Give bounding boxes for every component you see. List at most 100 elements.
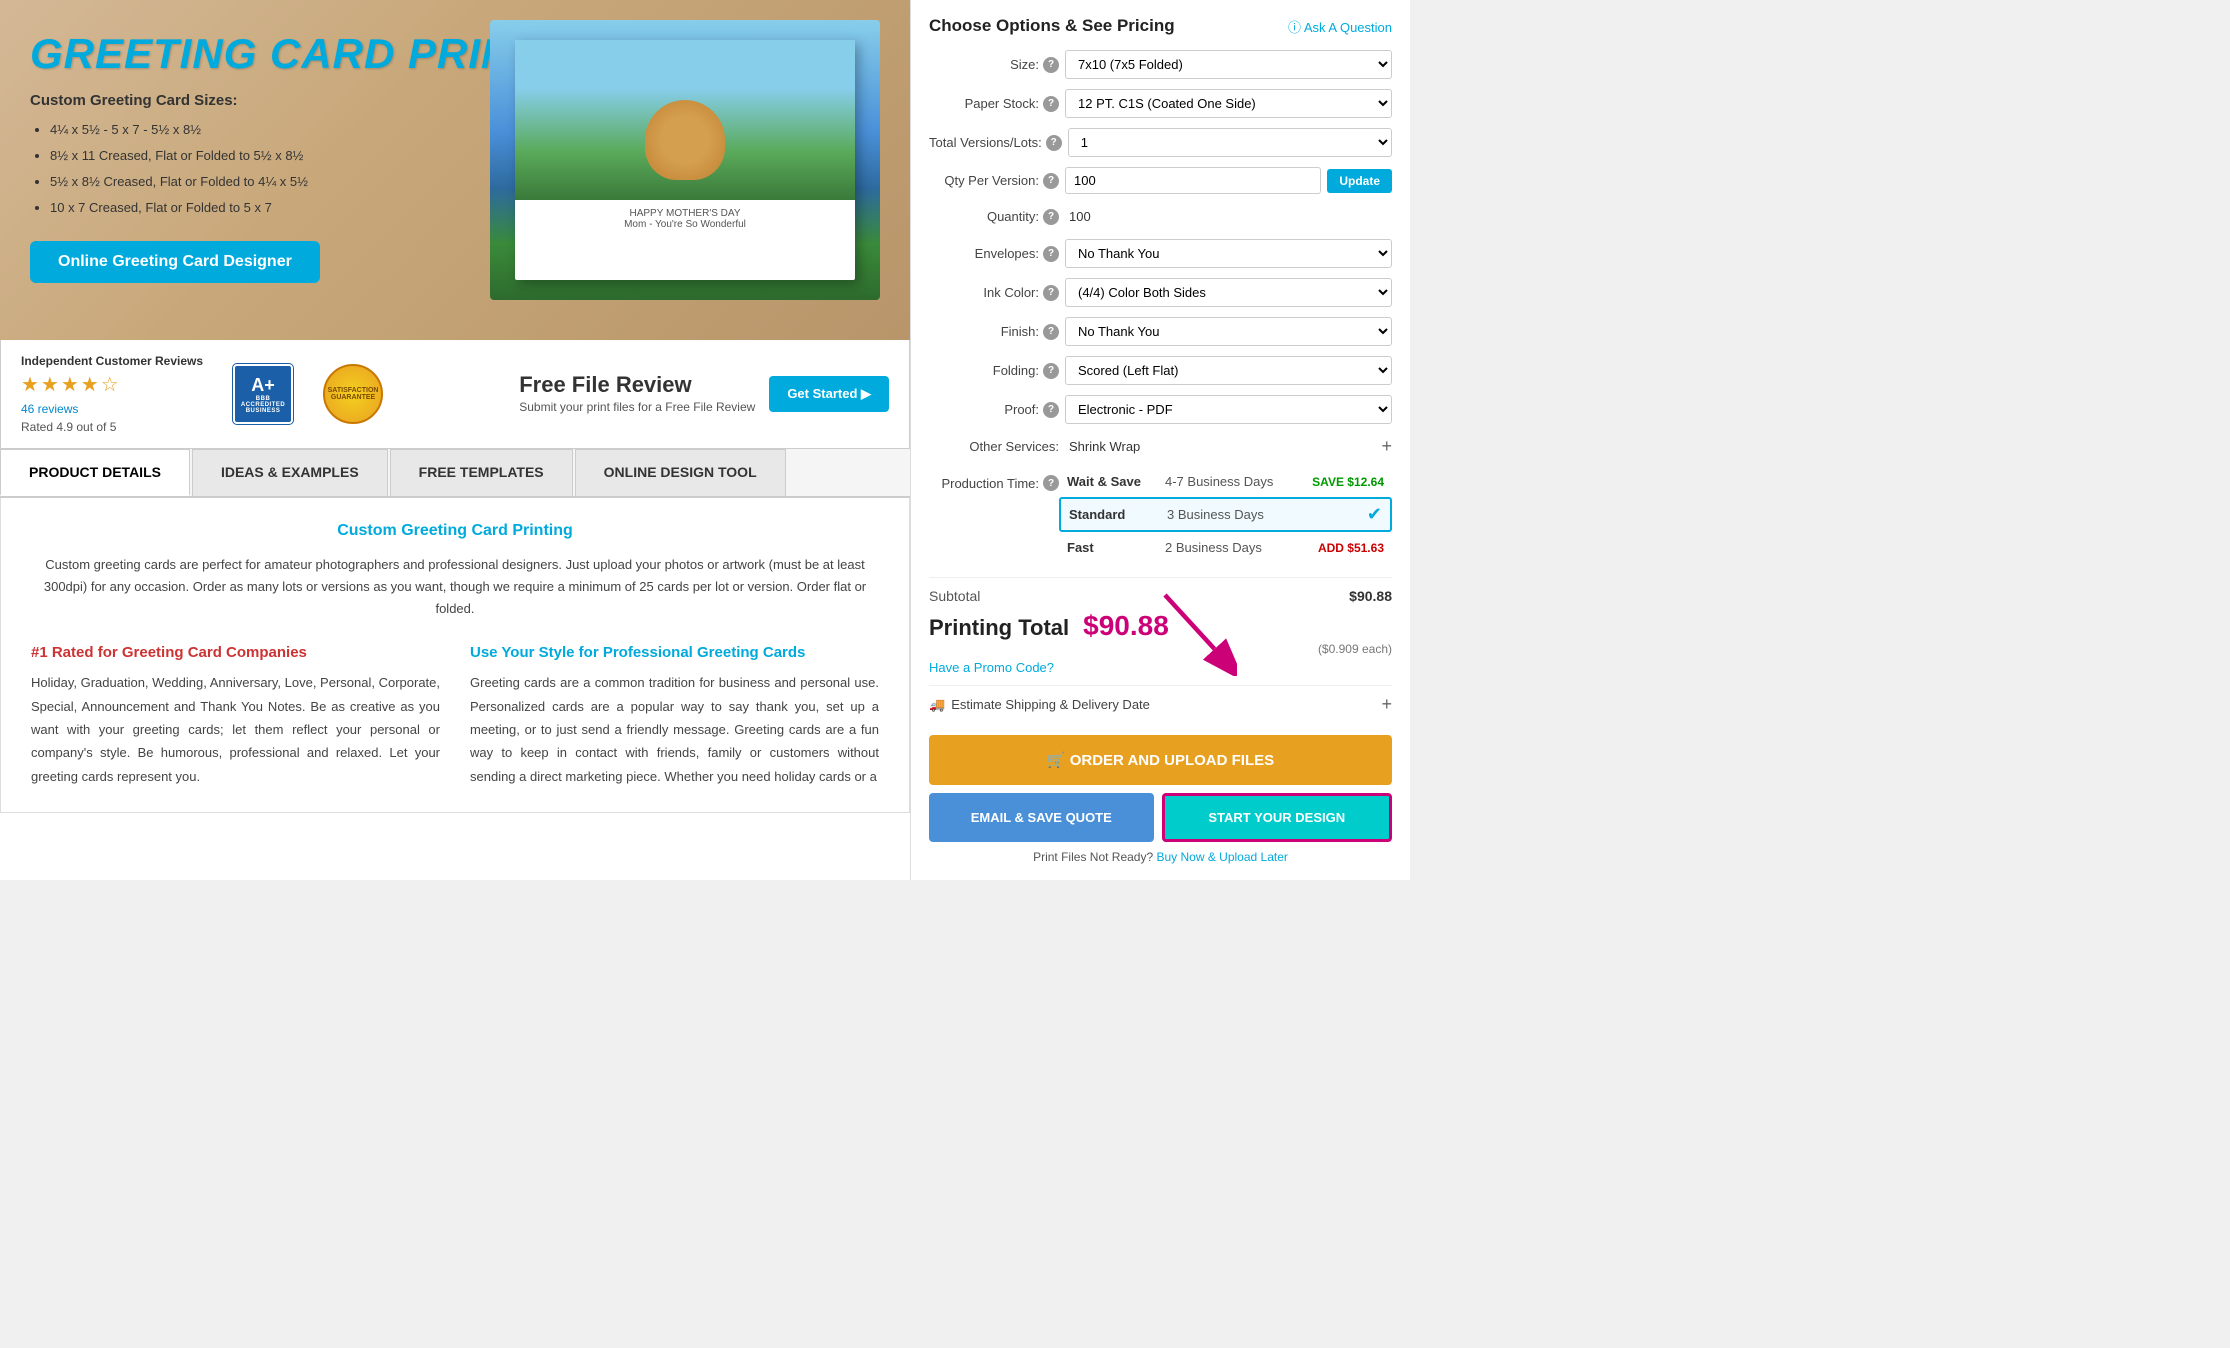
standard-check-icon: ✔ — [1367, 504, 1382, 525]
finish-select[interactable]: No Thank You — [1065, 317, 1392, 346]
reviews-label: Independent Customer Reviews — [21, 354, 203, 368]
two-column-layout: #1 Rated for Greeting Card Companies Hol… — [31, 644, 879, 788]
satisfaction-text: SATISFACTIONGUARANTEE — [328, 387, 379, 401]
column-1: #1 Rated for Greeting Card Companies Hol… — [31, 644, 440, 788]
production-time-section: Production Time: ? Wait & Save 4-7 Busin… — [929, 469, 1392, 563]
other-services-row: Other Services: Shrink Wrap + — [929, 434, 1392, 459]
reviews-link[interactable]: 46 reviews — [21, 402, 78, 416]
production-time-options: Wait & Save 4-7 Business Days SAVE $12.6… — [1059, 469, 1392, 563]
fast-days: 2 Business Days — [1165, 540, 1310, 555]
qty-per-version-help-icon[interactable]: ? — [1043, 173, 1059, 189]
finish-label-text: Finish: — [1001, 324, 1039, 339]
size-select[interactable]: 7x10 (7x5 Folded) — [1065, 50, 1392, 79]
panel-title: Choose Options & See Pricing — [929, 16, 1175, 36]
proof-select[interactable]: Electronic - PDF — [1065, 395, 1392, 424]
folding-label: Folding: ? — [929, 363, 1059, 379]
email-save-quote-button[interactable]: EMAIL & SAVE QUOTE — [929, 793, 1154, 842]
greeting-card-preview: HAPPY MOTHER'S DAYMom - You're So Wonder… — [515, 40, 855, 280]
bottom-buttons: EMAIL & SAVE QUOTE START YOUR DESIGN — [929, 793, 1392, 842]
paper-stock-select[interactable]: 12 PT. C1S (Coated One Side) — [1065, 89, 1392, 118]
shipping-row[interactable]: 🚚 Estimate Shipping & Delivery Date + — [929, 685, 1392, 723]
shipping-plus-icon[interactable]: + — [1381, 694, 1392, 715]
per-each-text: ($0.909 each) — [1318, 642, 1392, 656]
total-versions-help-icon[interactable]: ? — [1046, 135, 1062, 151]
proof-label: Proof: ? — [929, 402, 1059, 418]
folding-help-icon[interactable]: ? — [1043, 363, 1059, 379]
right-panel: Choose Options & See Pricing ⓘ Ask A Que… — [910, 0, 1410, 880]
wait-save-days: 4-7 Business Days — [1165, 474, 1304, 489]
per-each-row: ($0.909 each) — [929, 642, 1392, 656]
finish-help-icon[interactable]: ? — [1043, 324, 1059, 340]
quantity-row: Quantity: ? 100 — [929, 204, 1392, 229]
production-time-help-icon[interactable]: ? — [1043, 475, 1059, 491]
order-upload-button[interactable]: 🛒 ORDER AND UPLOAD FILES — [929, 735, 1392, 785]
finish-label: Finish: ? — [929, 324, 1059, 340]
bbb-label: BBBACCREDITEDBUSINESS — [241, 396, 285, 414]
star-rating: ★★★★☆ — [21, 372, 203, 397]
get-started-button[interactable]: Get Started ▶ — [769, 376, 889, 412]
paper-stock-help-icon[interactable]: ? — [1043, 96, 1059, 112]
other-services-label: Other Services: — [929, 439, 1059, 454]
finish-row: Finish: ? No Thank You — [929, 317, 1392, 346]
tab-ideas-examples[interactable]: IDEAS & EXAMPLES — [192, 449, 388, 496]
quantity-label-text: Quantity: — [987, 209, 1039, 224]
subtotal-label: Subtotal — [929, 588, 980, 604]
envelopes-help-icon[interactable]: ? — [1043, 246, 1059, 262]
envelopes-label: Envelopes: ? — [929, 246, 1059, 262]
fast-name: Fast — [1067, 540, 1157, 555]
proof-help-icon[interactable]: ? — [1043, 402, 1059, 418]
production-standard[interactable]: Standard 3 Business Days ✔ — [1059, 497, 1392, 532]
size-label-text: Size: — [1010, 57, 1039, 72]
tab-online-design-tool[interactable]: ONLINE DESIGN TOOL — [575, 449, 786, 496]
col1-text: Holiday, Graduation, Wedding, Anniversar… — [31, 671, 440, 788]
col2-heading: Use Your Style for Professional Greeting… — [470, 644, 879, 661]
start-design-button[interactable]: START YOUR DESIGN — [1162, 793, 1393, 842]
upload-later-link[interactable]: Buy Now & Upload Later — [1156, 850, 1287, 864]
total-section: Printing Total $90.88 ($0.909 each) — [929, 610, 1392, 656]
standard-days: 3 Business Days — [1167, 507, 1359, 522]
production-time-label-text: Production Time: — [941, 476, 1039, 491]
production-wait-save[interactable]: Wait & Save 4-7 Business Days SAVE $12.6… — [1059, 469, 1392, 494]
content-intro: Custom greeting cards are perfect for am… — [31, 554, 879, 620]
standard-name: Standard — [1069, 507, 1159, 522]
rating-text: Rated 4.9 out of 5 — [21, 420, 203, 434]
qty-per-version-label-text: Qty Per Version: — [944, 173, 1039, 188]
ink-color-help-icon[interactable]: ? — [1043, 285, 1059, 301]
reviews-bar: Independent Customer Reviews ★★★★☆ 46 re… — [0, 340, 910, 449]
other-services-value: Shrink Wrap — [1065, 434, 1375, 459]
tab-free-templates[interactable]: FREE TEMPLATES — [390, 449, 573, 496]
fast-price: ADD $51.63 — [1318, 541, 1384, 555]
col1-heading: #1 Rated for Greeting Card Companies — [31, 644, 440, 661]
tab-product-details[interactable]: PRODUCT DETAILS — [0, 449, 190, 496]
update-button[interactable]: Update — [1327, 169, 1392, 193]
printing-total-value: $90.88 — [1083, 610, 1169, 642]
printing-total-label: Printing Total — [929, 615, 1069, 641]
envelopes-select[interactable]: No Thank You — [1065, 239, 1392, 268]
quantity-label: Quantity: ? — [929, 209, 1059, 225]
content-heading: Custom Greeting Card Printing — [31, 522, 879, 540]
quantity-value: 100 — [1065, 204, 1392, 229]
designer-button[interactable]: Online Greeting Card Designer — [30, 241, 320, 283]
ink-color-label: Ink Color: ? — [929, 285, 1059, 301]
other-services-plus-icon[interactable]: + — [1381, 436, 1392, 457]
folding-row: Folding: ? Scored (Left Flat) — [929, 356, 1392, 385]
folding-select[interactable]: Scored (Left Flat) — [1065, 356, 1392, 385]
qty-per-version-label: Qty Per Version: ? — [929, 173, 1059, 189]
upload-later-row: Print Files Not Ready? Buy Now & Upload … — [929, 850, 1392, 864]
qty-per-version-input[interactable] — [1065, 167, 1321, 194]
size-help-icon[interactable]: ? — [1043, 57, 1059, 73]
production-fast[interactable]: Fast 2 Business Days ADD $51.63 — [1059, 535, 1392, 560]
promo-code-link[interactable]: Have a Promo Code? — [929, 660, 1392, 675]
quantity-help-icon[interactable]: ? — [1043, 209, 1059, 225]
ask-question-link[interactable]: ⓘ Ask A Question — [1288, 17, 1392, 36]
ink-color-select[interactable]: (4/4) Color Both Sides — [1065, 278, 1392, 307]
paper-stock-label: Paper Stock: ? — [929, 96, 1059, 112]
total-versions-select[interactable]: 1 — [1068, 128, 1392, 157]
hero-card-image: HAPPY MOTHER'S DAYMom - You're So Wonder… — [490, 20, 880, 300]
card-dog — [645, 100, 725, 180]
total-versions-label-text: Total Versions/Lots: — [929, 135, 1042, 150]
bbb-ap: A+ — [251, 375, 275, 396]
subtotal-row: Subtotal $90.88 — [929, 577, 1392, 604]
free-file-review: Free File Review Submit your print files… — [519, 372, 889, 416]
satisfaction-badge: SATISFACTIONGUARANTEE — [323, 364, 383, 424]
